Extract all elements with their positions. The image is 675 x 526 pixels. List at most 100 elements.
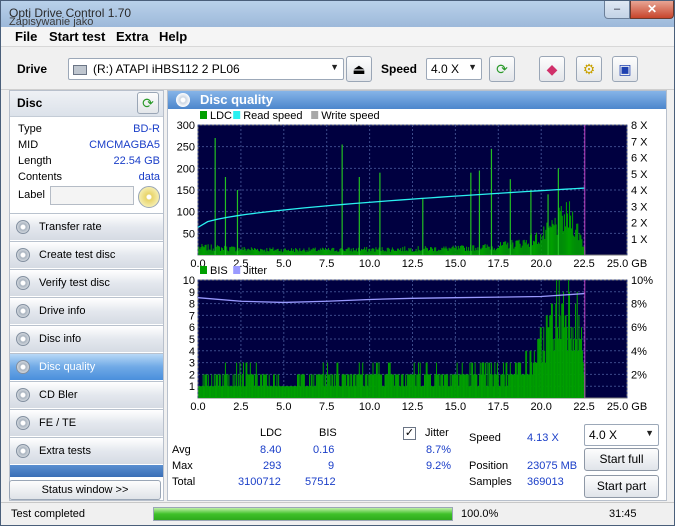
ldc-bar (311, 249, 313, 255)
charts: 0.0 2.5 5.0 7.5 10.0 12.5 15.0 17.5 20.0 22.5 25.0… (177, 110, 654, 413)
bis-bar (570, 327, 572, 398)
bis-bar (279, 386, 281, 398)
nav-item-cd-bler[interactable]: CD Bler (10, 381, 163, 408)
ldc-bar (312, 247, 314, 255)
nav-item-create-test-disc[interactable]: Create test disc (10, 241, 163, 268)
bis-bar (568, 291, 570, 398)
bis-bar (413, 362, 415, 398)
ldc-bar (362, 249, 364, 255)
bis-bar (442, 374, 444, 398)
ldc-bar (505, 241, 507, 255)
ldc-bar (340, 248, 342, 255)
minimize-button[interactable]: – (604, 1, 630, 19)
test-speed-select[interactable]: 4.0 X ▼ (584, 424, 659, 446)
bis-bar (199, 386, 201, 398)
disc-label-apply-button[interactable] (138, 186, 160, 208)
nav-item-disc-quality[interactable]: Disc quality (10, 353, 163, 380)
nav-item-transfer-rate[interactable]: Transfer rate (10, 213, 163, 240)
disc-icon (16, 416, 30, 430)
settings-button[interactable]: ⚙ (576, 56, 602, 82)
bis-bar (253, 374, 255, 398)
eject-button[interactable]: ⏏ (346, 56, 372, 82)
bis-bar (224, 374, 226, 398)
status-window-button[interactable]: Status window >> (9, 480, 161, 500)
nav-item-label: Create test disc (39, 249, 116, 261)
bis-bar (406, 374, 408, 398)
ldc-bar (508, 248, 510, 255)
menu-extra[interactable]: Extra (116, 29, 149, 44)
ldc-bar (215, 246, 217, 255)
bis-bar (210, 386, 212, 398)
ldc-bar (413, 251, 415, 255)
drive-select[interactable]: (R:) ATAPI iHBS112 2 PL06 ▼ (68, 58, 344, 80)
ldc-bar (451, 246, 453, 255)
ldc-bar (390, 249, 392, 255)
nav-item-drive-info[interactable]: Drive info (10, 297, 163, 324)
ldc-bar (563, 214, 565, 255)
bis-bar (369, 374, 371, 398)
bis-bar (509, 362, 511, 398)
ldc-bar (313, 248, 315, 255)
erase-button[interactable]: ◆ (539, 56, 565, 82)
stats-avg-bis: 0.16 (313, 444, 335, 456)
disc-label-input[interactable] (50, 186, 134, 205)
bis-bar (520, 362, 522, 398)
bis-bar (419, 362, 421, 398)
bis-bar (318, 374, 320, 398)
ldc-bar (565, 202, 567, 255)
nav-item-verify-test-disc[interactable]: Verify test disc (10, 269, 163, 296)
ldc-bar (443, 246, 445, 255)
bis-bar (373, 374, 375, 398)
ldc-bar (238, 247, 240, 255)
y2-tick-label: 3 X (631, 201, 648, 213)
bis-bar (457, 374, 459, 398)
ldc-bar (455, 246, 457, 255)
start-part-button[interactable]: Start part (584, 475, 659, 498)
ldc-bar (386, 247, 388, 255)
bis-bar (252, 374, 254, 398)
save-button[interactable]: ▣ (612, 56, 638, 82)
ldc-bar (352, 247, 354, 255)
bis-bar (263, 374, 265, 398)
bis-bar (453, 374, 455, 398)
speed-select[interactable]: 4.0 X ▼ (426, 58, 482, 80)
bis-bar (388, 362, 390, 398)
ldc-bar (256, 249, 258, 255)
bis-bar (575, 303, 577, 398)
nav-item-disc-info[interactable]: Disc info (10, 325, 163, 352)
bis-bar (357, 374, 359, 398)
bis-bar (527, 374, 529, 398)
bis-bar (264, 374, 266, 398)
ldc-bar (401, 251, 403, 255)
bis-bar (236, 386, 238, 398)
position-value: 23075 MB (527, 460, 578, 472)
ldc-bar (516, 240, 518, 255)
ldc-bar (245, 250, 247, 255)
bis-bar (343, 374, 345, 398)
ldc-bar (316, 251, 318, 255)
ldc-bar (468, 247, 470, 255)
y-tick-label: 100 (177, 207, 195, 219)
bis-bar (443, 374, 445, 398)
bis-bar (208, 386, 210, 398)
bis-bar (360, 374, 362, 398)
menu-help[interactable]: Help (159, 29, 187, 44)
bis-bar (302, 374, 304, 398)
start-full-button[interactable]: Start full (584, 448, 659, 471)
nav-item-fe-te[interactable]: FE / TE (10, 409, 163, 436)
menu-file[interactable]: File (15, 29, 37, 44)
ldc-bar (335, 250, 337, 255)
menu-start-test[interactable]: Start test (49, 29, 105, 44)
ldc-bar (305, 252, 307, 255)
disc-refresh-button[interactable]: ⟳ (137, 92, 159, 114)
bis-bar (315, 374, 317, 398)
close-button[interactable]: ✕ (630, 1, 674, 19)
refresh-speed-button[interactable]: ⟳ (489, 56, 515, 82)
jitter-checkbox[interactable]: ✓ (403, 427, 416, 440)
ldc-bar (554, 217, 556, 255)
bis-bar (482, 362, 484, 398)
nav-item-extra-tests[interactable]: Extra tests (10, 437, 163, 464)
ldc-bar (204, 244, 206, 255)
ldc-bar (414, 250, 416, 255)
bis-bar (241, 386, 243, 398)
